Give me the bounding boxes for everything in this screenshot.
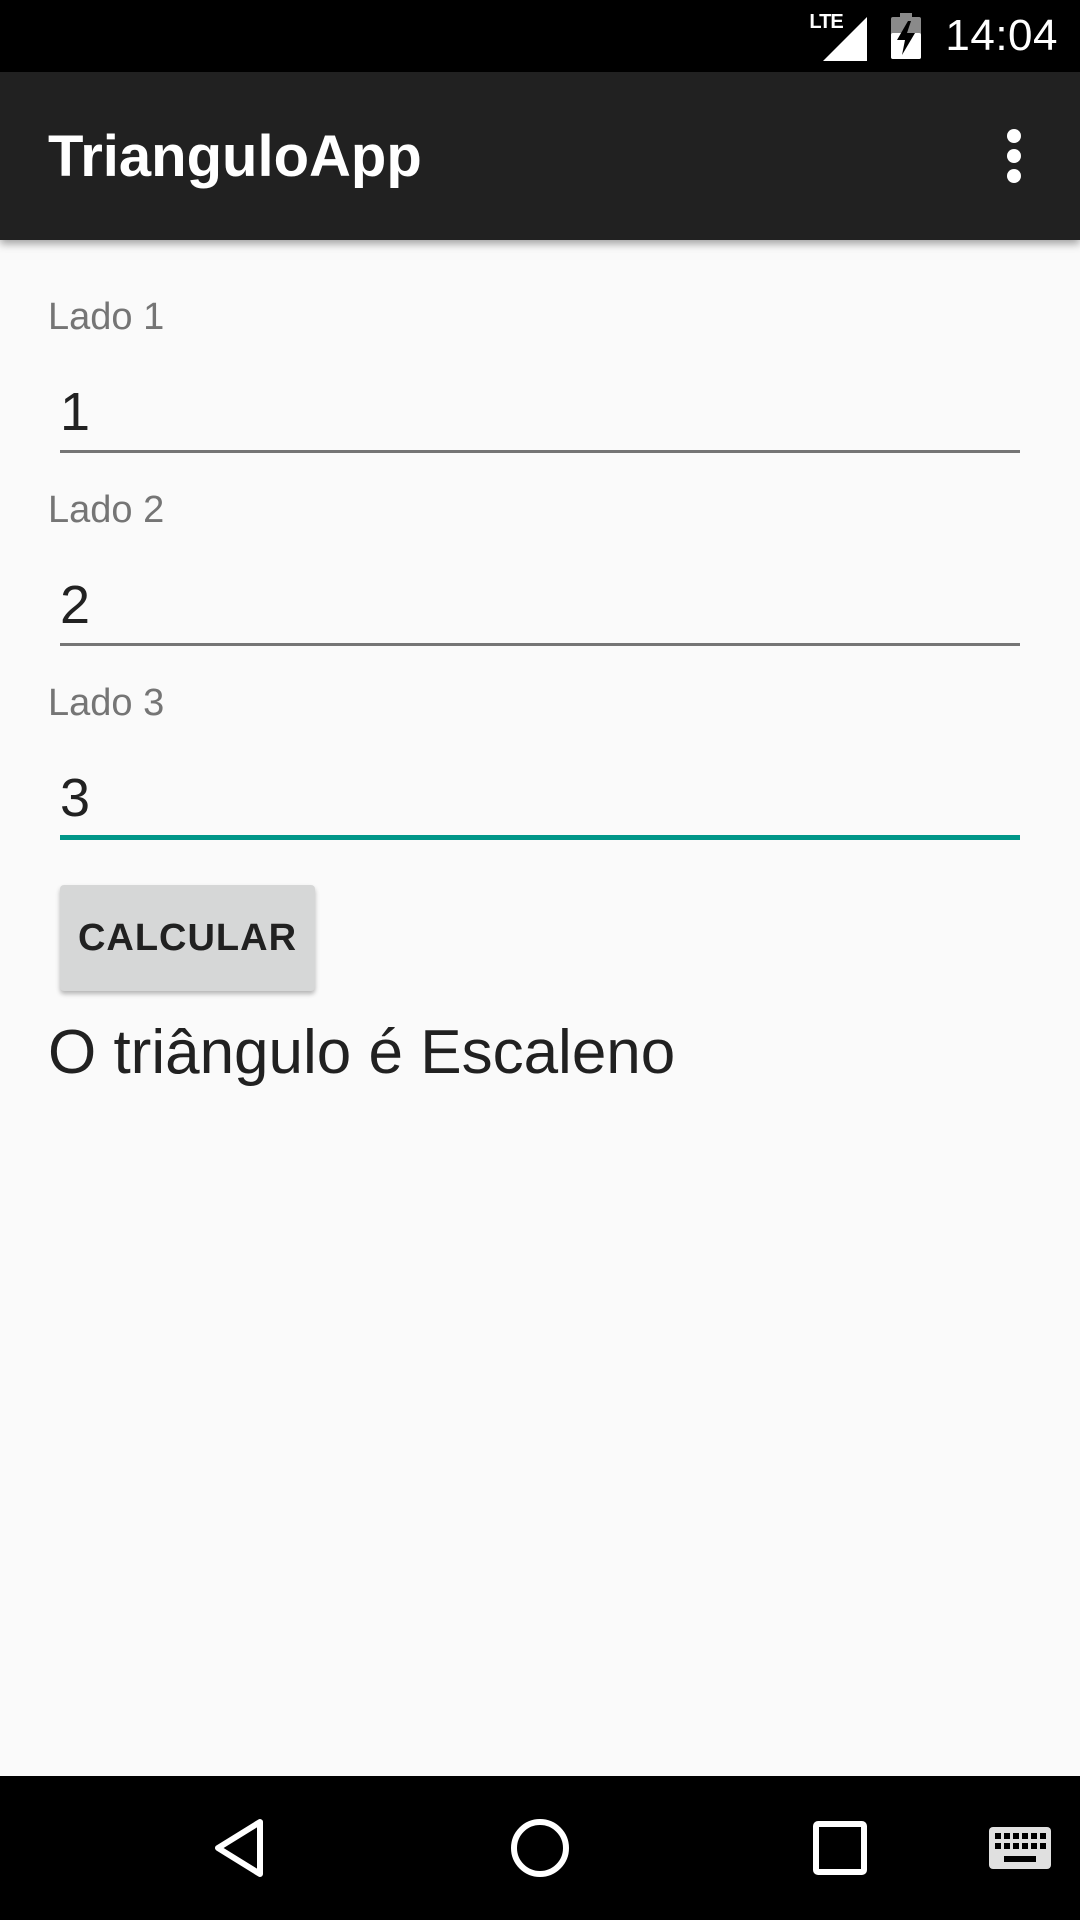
navigation-bar bbox=[0, 1776, 1080, 1920]
more-vert-icon bbox=[1007, 129, 1021, 183]
recents-icon bbox=[813, 1821, 867, 1875]
lado-1-input[interactable] bbox=[60, 373, 1020, 453]
lado-2-input[interactable] bbox=[60, 566, 1020, 646]
home-icon bbox=[511, 1819, 569, 1877]
clock: 14:04 bbox=[945, 11, 1058, 60]
status-bar: LTE 14:04 bbox=[0, 0, 1080, 72]
back-icon bbox=[215, 1819, 263, 1877]
lado-2-label: Lado 2 bbox=[48, 489, 165, 531]
battery-charging-icon bbox=[891, 13, 922, 59]
recents-button[interactable] bbox=[790, 1798, 890, 1898]
result-text: O triângulo é Escaleno bbox=[48, 1018, 676, 1087]
home-button[interactable] bbox=[490, 1798, 590, 1898]
calcular-button[interactable]: CALCULAR bbox=[60, 885, 315, 991]
lado-3-label: Lado 3 bbox=[48, 682, 165, 724]
status-icons: LTE 14:04 bbox=[809, 0, 1058, 72]
lado-3-input[interactable] bbox=[60, 760, 1020, 840]
lado-1-label: Lado 1 bbox=[48, 296, 165, 338]
keyboard-button[interactable] bbox=[970, 1798, 1070, 1898]
more-options-button[interactable] bbox=[966, 108, 1062, 204]
keyboard-icon bbox=[989, 1827, 1051, 1869]
app-title: TrianguloApp bbox=[48, 123, 422, 189]
app-bar: TrianguloApp bbox=[0, 72, 1080, 240]
cell-signal-icon: LTE bbox=[809, 11, 868, 61]
main-content: Lado 1 Lado 2 Lado 3 CALCULAR O triângul… bbox=[0, 240, 1080, 1776]
back-button[interactable] bbox=[190, 1798, 290, 1898]
